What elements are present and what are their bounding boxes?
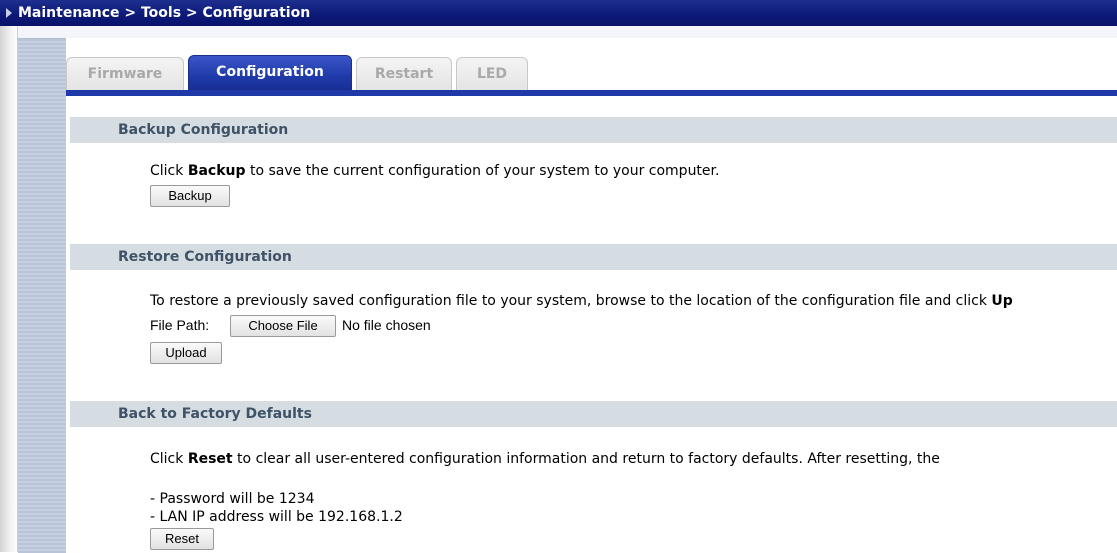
breadcrumb: Maintenance > Tools > Configuration bbox=[18, 5, 311, 21]
top-strip bbox=[18, 26, 1117, 38]
factory-description: Click Reset to clear all user-entered co… bbox=[150, 451, 940, 467]
backup-text-before: Click bbox=[150, 163, 188, 179]
password-info: - Password will be 1234 bbox=[150, 491, 315, 507]
restore-section-header: Restore Configuration bbox=[70, 244, 1117, 270]
left-frame bbox=[0, 26, 18, 552]
tab-restart[interactable]: Restart bbox=[356, 57, 452, 91]
restore-text-bold: Up bbox=[991, 293, 1013, 309]
restore-description: To restore a previously saved configurat… bbox=[150, 293, 1013, 309]
title-bar: Maintenance > Tools > Configuration bbox=[0, 0, 1117, 26]
tab-underline bbox=[66, 90, 1117, 96]
backup-text-after: to save the current configuration of you… bbox=[245, 163, 720, 179]
left-shaded-column bbox=[18, 38, 66, 553]
reset-button[interactable]: Reset bbox=[150, 528, 214, 550]
tab-led[interactable]: LED bbox=[456, 57, 528, 91]
tab-configuration[interactable]: Configuration bbox=[188, 55, 352, 91]
factory-section-header: Back to Factory Defaults bbox=[70, 401, 1117, 427]
lan-ip-info: - LAN IP address will be 192.168.1.2 bbox=[150, 509, 403, 525]
factory-text-bold: Reset bbox=[187, 451, 233, 467]
file-path-label: File Path: bbox=[150, 317, 210, 333]
backup-text-bold: Backup bbox=[187, 163, 246, 179]
factory-text-before: Click bbox=[150, 451, 188, 467]
restore-text-before: To restore a previously saved configurat… bbox=[150, 293, 992, 309]
upload-button[interactable]: Upload bbox=[150, 342, 222, 364]
backup-section-header: Backup Configuration bbox=[70, 117, 1117, 143]
file-status: No file chosen bbox=[342, 317, 431, 333]
tab-firmware[interactable]: Firmware bbox=[66, 57, 184, 91]
arrow-icon bbox=[6, 8, 12, 18]
choose-file-button[interactable]: Choose File bbox=[230, 315, 336, 337]
factory-text-after: to clear all user-entered configuration … bbox=[232, 451, 940, 467]
backup-button[interactable]: Backup bbox=[150, 185, 230, 207]
backup-description: Click Backup to save the current configu… bbox=[150, 163, 719, 179]
